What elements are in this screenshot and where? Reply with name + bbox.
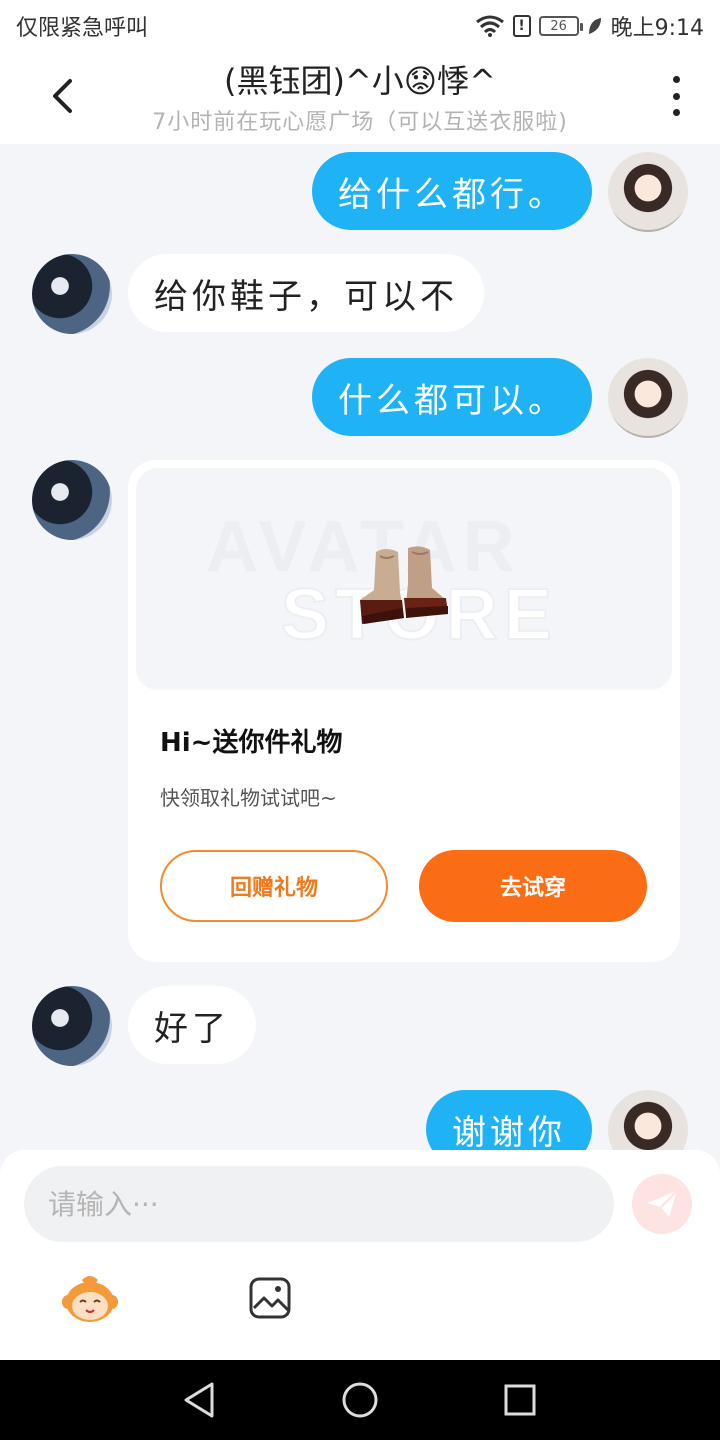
battery-level: 26 xyxy=(550,18,567,34)
carrier-text: 仅限紧急呼叫 xyxy=(16,16,149,41)
nav-home-icon[interactable] xyxy=(340,1380,380,1420)
return-gift-button[interactable]: 回赠礼物 xyxy=(160,850,388,922)
message-bubble-sent[interactable]: 谢谢你 xyxy=(426,1090,592,1150)
my-avatar[interactable] xyxy=(608,358,688,438)
gift-title: Hi~送你件礼物 xyxy=(160,728,343,758)
image-picker-button[interactable] xyxy=(248,1276,292,1320)
paper-plane-icon xyxy=(647,1190,678,1217)
message-bubble-sent[interactable]: 给什么都行。 xyxy=(312,152,592,230)
gift-description: 快领取礼物试试吧~ xyxy=(160,786,337,810)
status-icons: ! 26 晚上9:14 xyxy=(475,10,704,42)
monkey-face-icon xyxy=(62,1276,118,1322)
my-avatar[interactable] xyxy=(608,152,688,232)
input-panel xyxy=(0,1150,720,1360)
contact-avatar[interactable] xyxy=(32,254,112,334)
system-nav-bar xyxy=(0,1360,720,1440)
dot-icon xyxy=(672,76,680,83)
message-bubble-received[interactable]: 给你鞋子，可以不 xyxy=(128,254,484,332)
gift-preview[interactable]: AVATAR STORE xyxy=(136,468,672,690)
wifi-icon xyxy=(475,15,504,37)
message-input[interactable] xyxy=(24,1166,614,1242)
message-list[interactable]: 给什么都行。 给你鞋子，可以不 什么都可以。 AVATAR STORE Hi~ xyxy=(0,144,720,1150)
emoji-button[interactable] xyxy=(60,1274,120,1324)
chat-header: (黑钰团)^小😟悸^ 7小时前在玩心愿广场（可以互送衣服啦) xyxy=(0,48,720,144)
contact-status: 7小时前在玩心愿广场（可以互送衣服啦) xyxy=(152,110,568,135)
contact-avatar[interactable] xyxy=(32,460,112,540)
dot-icon xyxy=(672,92,680,100)
clock: 晚上9:14 xyxy=(610,16,704,41)
gift-card: AVATAR STORE Hi~送你件礼物 快领取礼物试试吧~ 回赠礼物 去试穿 xyxy=(128,460,680,962)
contact-name: (黑钰团)^小😟悸^ xyxy=(224,62,496,100)
battery-icon: 26 xyxy=(538,16,583,36)
contact-avatar[interactable] xyxy=(32,986,112,1066)
chevron-left-icon xyxy=(53,79,72,113)
my-avatar[interactable] xyxy=(608,1090,688,1150)
nav-recent-apps-icon[interactable] xyxy=(500,1380,540,1420)
message-bubble-received[interactable]: 好了 xyxy=(128,986,256,1064)
alert-icon: ! xyxy=(512,15,531,37)
image-icon xyxy=(249,1277,291,1319)
back-button[interactable] xyxy=(40,72,84,120)
nav-back-icon[interactable] xyxy=(180,1380,220,1420)
status-bar: 仅限紧急呼叫 ! 26 晚上9:14 xyxy=(0,0,720,48)
send-button[interactable] xyxy=(632,1174,692,1234)
dot-icon xyxy=(672,109,680,116)
boots-icon xyxy=(360,546,448,624)
leaf-icon xyxy=(588,18,601,34)
message-bubble-sent[interactable]: 什么都可以。 xyxy=(312,358,592,436)
try-on-button[interactable]: 去试穿 xyxy=(419,850,647,922)
more-options-button[interactable] xyxy=(664,76,688,116)
